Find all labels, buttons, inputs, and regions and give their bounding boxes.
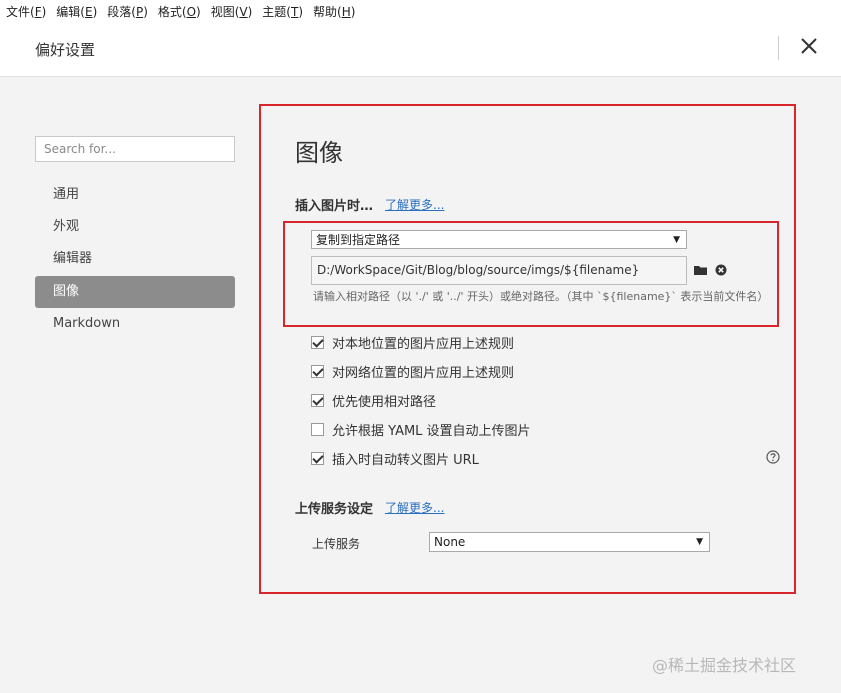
menu-format[interactable]: 格式(O) bbox=[158, 3, 201, 20]
insert-action-select[interactable]: 复制到指定路径 ▼ bbox=[311, 230, 687, 249]
checkbox-network[interactable] bbox=[311, 364, 324, 378]
sidebar-item-label: 图像 bbox=[53, 284, 80, 299]
path-hint-text: 请输入相对路径（以 './' 或 '../' 开头）或绝对路径。（其中 `${f… bbox=[313, 290, 769, 303]
checkbox-row-yaml[interactable]: 允许根据 YAML 设置自动上传图片 bbox=[311, 420, 531, 439]
menu-bar: 文件(F) 编辑(E) 段落(P) 格式(O) 视图(V) 主题(T) 帮助(H… bbox=[0, 0, 841, 22]
close-button[interactable] bbox=[796, 33, 822, 59]
upload-settings-label: 上传服务设定 bbox=[295, 502, 374, 517]
folder-button[interactable] bbox=[694, 264, 708, 276]
page-title: 偏好设置 bbox=[35, 41, 96, 59]
header-divider bbox=[778, 36, 779, 60]
clear-path-button[interactable] bbox=[715, 264, 727, 276]
sidebar-item-appearance[interactable]: 外观 bbox=[35, 211, 235, 243]
sidebar-item-label: 外观 bbox=[53, 219, 80, 234]
checkbox-label: 优先使用相对路径 bbox=[332, 394, 437, 410]
dropdown-arrow-icon: ▼ bbox=[673, 235, 680, 245]
checkbox-escape-url[interactable] bbox=[311, 451, 324, 465]
sidebar-item-label: 编辑器 bbox=[53, 251, 93, 266]
dropdown-arrow-icon: ▼ bbox=[696, 537, 703, 547]
sidebar-item-markdown[interactable]: Markdown bbox=[35, 308, 235, 340]
checkbox-label: 对网络位置的图片应用上述规则 bbox=[332, 365, 515, 381]
insert-image-label: 插入图片时… bbox=[295, 199, 374, 214]
preferences-header: 偏好设置 bbox=[0, 22, 841, 77]
image-path-input[interactable]: D:/WorkSpace/Git/Blog/blog/source/imgs/$… bbox=[311, 256, 687, 285]
checkbox-row-escape[interactable]: 插入时自动转义图片 URL bbox=[311, 449, 479, 468]
checkbox-relative[interactable] bbox=[311, 393, 324, 407]
sidebar-item-label: Markdown bbox=[53, 316, 121, 331]
sidebar-item-editor[interactable]: 编辑器 bbox=[35, 243, 235, 275]
menu-paragraph[interactable]: 段落(P) bbox=[107, 3, 148, 20]
checkbox-row-relative[interactable]: 优先使用相对路径 bbox=[311, 391, 437, 410]
folder-icon bbox=[694, 266, 707, 275]
checkbox-local[interactable] bbox=[311, 335, 324, 349]
menu-view[interactable]: 视图(V) bbox=[211, 3, 253, 20]
sidebar-item-general[interactable]: 通用 bbox=[35, 179, 235, 211]
insert-action-value: 复制到指定路径 bbox=[316, 233, 401, 247]
section-title: 图像 bbox=[295, 139, 343, 167]
help-circle-icon bbox=[766, 450, 780, 464]
watermark-text: @稀土掘金技术社区 bbox=[652, 656, 797, 675]
learn-more-link[interactable]: 了解更多... bbox=[385, 196, 444, 213]
close-icon bbox=[801, 38, 817, 54]
checkbox-row-network[interactable]: 对网络位置的图片应用上述规则 bbox=[311, 362, 515, 381]
upload-service-value: None bbox=[434, 535, 466, 549]
checkbox-label: 插入时自动转义图片 URL bbox=[332, 452, 479, 468]
checkbox-row-local[interactable]: 对本地位置的图片应用上述规则 bbox=[311, 333, 515, 352]
menu-help[interactable]: 帮助(H) bbox=[313, 3, 355, 20]
menu-theme[interactable]: 主题(T) bbox=[262, 3, 303, 20]
menu-edit[interactable]: 编辑(E) bbox=[56, 3, 97, 20]
checkbox-label: 对本地位置的图片应用上述规则 bbox=[332, 336, 515, 352]
upload-service-label: 上传服务 bbox=[312, 537, 361, 551]
checkbox-label: 允许根据 YAML 设置自动上传图片 bbox=[332, 423, 531, 439]
upload-service-select[interactable]: None ▼ bbox=[429, 532, 710, 552]
checkbox-yaml-upload[interactable] bbox=[311, 422, 324, 436]
sidebar-item-image[interactable]: 图像 bbox=[35, 276, 235, 308]
help-button[interactable] bbox=[766, 450, 780, 464]
clear-circle-icon bbox=[715, 264, 727, 276]
upload-learn-more-link[interactable]: 了解更多... bbox=[385, 499, 444, 516]
sidebar-item-label: 通用 bbox=[53, 187, 80, 202]
search-input[interactable] bbox=[35, 136, 235, 162]
menu-file[interactable]: 文件(F) bbox=[6, 3, 46, 20]
